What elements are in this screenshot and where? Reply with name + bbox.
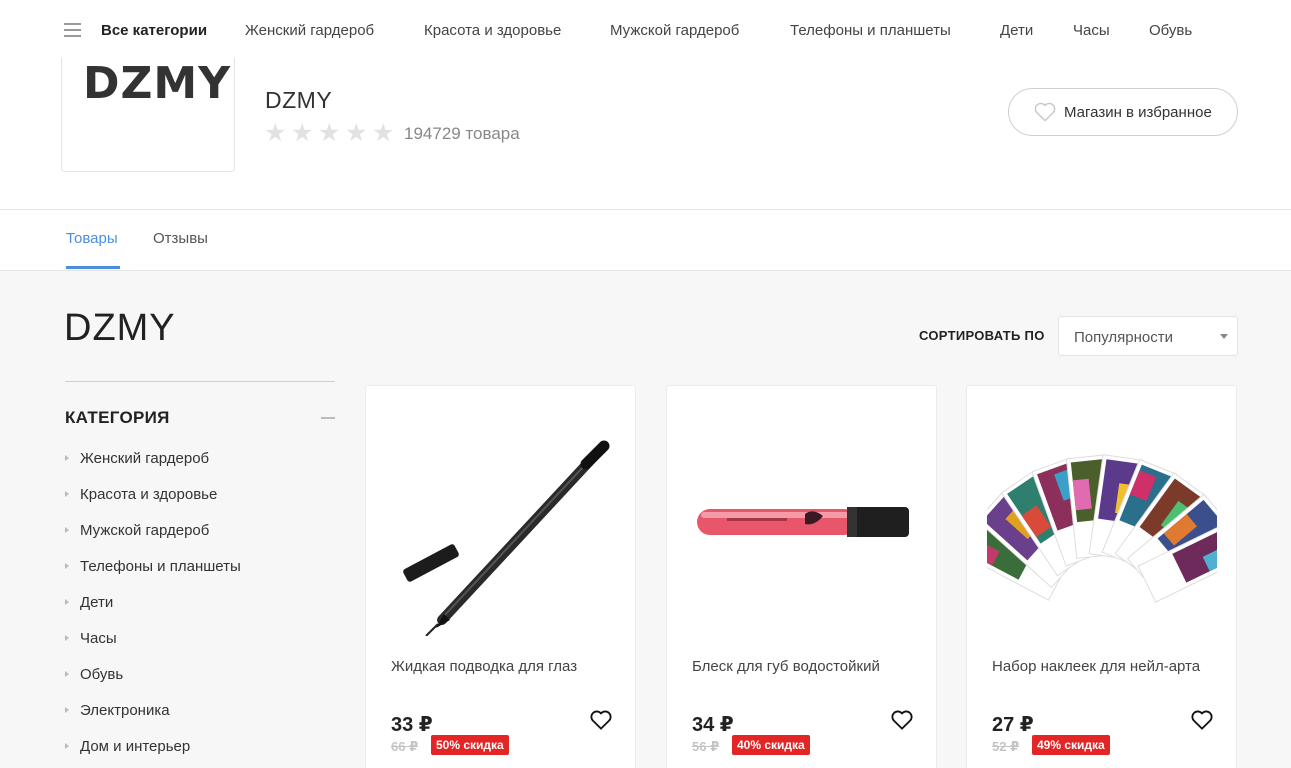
heart-icon[interactable] — [891, 710, 913, 730]
collapse-icon[interactable] — [321, 417, 335, 419]
nav-kids[interactable]: Дети — [1000, 22, 1033, 39]
category-item-label: Женский гардероб — [80, 450, 210, 467]
category-item-electronics[interactable]: Электроника — [65, 701, 335, 737]
star-icon: ★ — [345, 119, 368, 147]
heart-icon[interactable] — [590, 710, 612, 730]
chevron-right-icon — [65, 527, 69, 533]
category-item-label: Часы — [80, 630, 117, 647]
nav-watches[interactable]: Часы — [1073, 22, 1110, 39]
menu-icon[interactable] — [64, 23, 81, 37]
lip-gloss-image — [697, 507, 909, 537]
sidebar-divider — [65, 381, 335, 382]
category-item-label: Телефоны и планшеты — [80, 558, 241, 575]
chevron-down-icon — [1220, 334, 1228, 339]
product-old-price: 56 ₽ — [692, 739, 720, 754]
store-rating: ★ ★ ★ ★ ★ — [264, 120, 399, 146]
store-header: DZMY DZMY ★ ★ ★ ★ ★ 194729 товара Магазин в … — [0, 58, 1291, 210]
store-logo-text: DZMY — [83, 58, 232, 109]
category-item-womens-wardrobe[interactable]: Женский гардероб — [65, 449, 335, 485]
category-item-label: Электроника — [80, 702, 170, 719]
discount-badge: 49% скидка — [1032, 735, 1110, 755]
nav-phones-tablets[interactable]: Телефоны и планшеты — [790, 22, 951, 39]
product-old-price: 66 ₽ — [391, 739, 419, 754]
category-item-home-interior[interactable]: Дом и интерьер — [65, 737, 335, 768]
category-item-label: Дети — [80, 594, 114, 611]
store-tabs: Товары Отзывы — [0, 210, 1291, 271]
chevron-right-icon — [65, 563, 69, 569]
page-title: DZMY — [64, 307, 176, 349]
product-title[interactable]: Набор наклеек для нейл-арта — [992, 658, 1200, 675]
product-title[interactable]: Жидкая подводка для глаз — [391, 658, 577, 675]
goods-count: 194729 товара — [404, 124, 520, 143]
add-store-to-favorites-label: Магазин в избранное — [1064, 104, 1212, 121]
product-card[interactable]: Набор наклеек для нейл-арта 27 ₽ 52 ₽ 49… — [966, 385, 1237, 768]
tab-goods[interactable]: Товары — [66, 230, 118, 247]
category-item-label: Дом и интерьер — [80, 738, 191, 755]
chevron-right-icon — [65, 635, 69, 641]
nav-shoes[interactable]: Обувь — [1149, 22, 1192, 39]
product-title[interactable]: Блеск для губ водостойкий — [692, 658, 880, 675]
tab-reviews[interactable]: Отзывы — [153, 230, 208, 247]
store-logo: DZMY — [61, 58, 235, 172]
product-old-price: 52 ₽ — [992, 739, 1020, 754]
category-item-watches[interactable]: Часы — [65, 629, 335, 665]
product-price: 34 ₽ — [692, 714, 734, 736]
chevron-right-icon — [65, 671, 69, 677]
star-icon: ★ — [372, 119, 395, 147]
heart-icon[interactable] — [1191, 710, 1213, 730]
chevron-right-icon — [65, 599, 69, 605]
category-item-label: Красота и здоровье — [80, 486, 218, 503]
chevron-right-icon — [65, 491, 69, 497]
category-item-kids[interactable]: Дети — [65, 593, 335, 629]
product-price: 27 ₽ — [992, 714, 1034, 736]
nail-stickers-image — [987, 454, 1217, 603]
category-filter-title: КАТЕГОРИЯ — [65, 408, 170, 427]
active-tab-indicator — [66, 266, 120, 269]
eyeliner-image — [403, 440, 610, 636]
category-item-mens-wardrobe[interactable]: Мужской гардероб — [65, 521, 335, 557]
product-price: 33 ₽ — [391, 714, 433, 736]
category-list: Женский гардероб Красота и здоровье Мужс… — [65, 449, 335, 768]
heart-icon — [1034, 102, 1056, 122]
sort-selected-value: Популярности — [1074, 329, 1174, 346]
product-card[interactable]: Блеск для губ водостойкий 34 ₽ 56 ₽ 40% … — [666, 385, 937, 768]
star-icon: ★ — [318, 119, 341, 147]
nav-all-categories[interactable]: Все категории — [101, 22, 207, 39]
top-navigation: Все категории Женский гардероб Красота и… — [0, 0, 1291, 62]
nav-mens-wardrobe[interactable]: Мужской гардероб — [610, 22, 739, 39]
nav-womens-wardrobe[interactable]: Женский гардероб — [245, 22, 374, 39]
add-store-to-favorites-button[interactable]: Магазин в избранное — [1008, 88, 1238, 136]
star-icon: ★ — [291, 119, 314, 147]
nav-beauty-health[interactable]: Красота и здоровье — [424, 22, 561, 39]
chevron-right-icon — [65, 455, 69, 461]
discount-badge: 40% скидка — [732, 735, 810, 755]
category-item-beauty-health[interactable]: Красота и здоровье — [65, 485, 335, 521]
sort-select[interactable]: Популярности — [1058, 316, 1238, 356]
category-item-label: Обувь — [80, 666, 124, 683]
star-icon: ★ — [264, 119, 287, 147]
category-item-phones-tablets[interactable]: Телефоны и планшеты — [65, 557, 335, 593]
chevron-right-icon — [65, 707, 69, 713]
product-card[interactable]: Жидкая подводка для глаз 33 ₽ 66 ₽ 50% с… — [365, 385, 636, 768]
store-name: DZMY — [265, 87, 333, 113]
category-item-shoes[interactable]: Обувь — [65, 665, 335, 701]
category-item-label: Мужской гардероб — [80, 522, 210, 539]
sort-label: СОРТИРОВАТЬ ПО — [919, 328, 1045, 343]
chevron-right-icon — [65, 743, 69, 749]
discount-badge: 50% скидка — [431, 735, 509, 755]
